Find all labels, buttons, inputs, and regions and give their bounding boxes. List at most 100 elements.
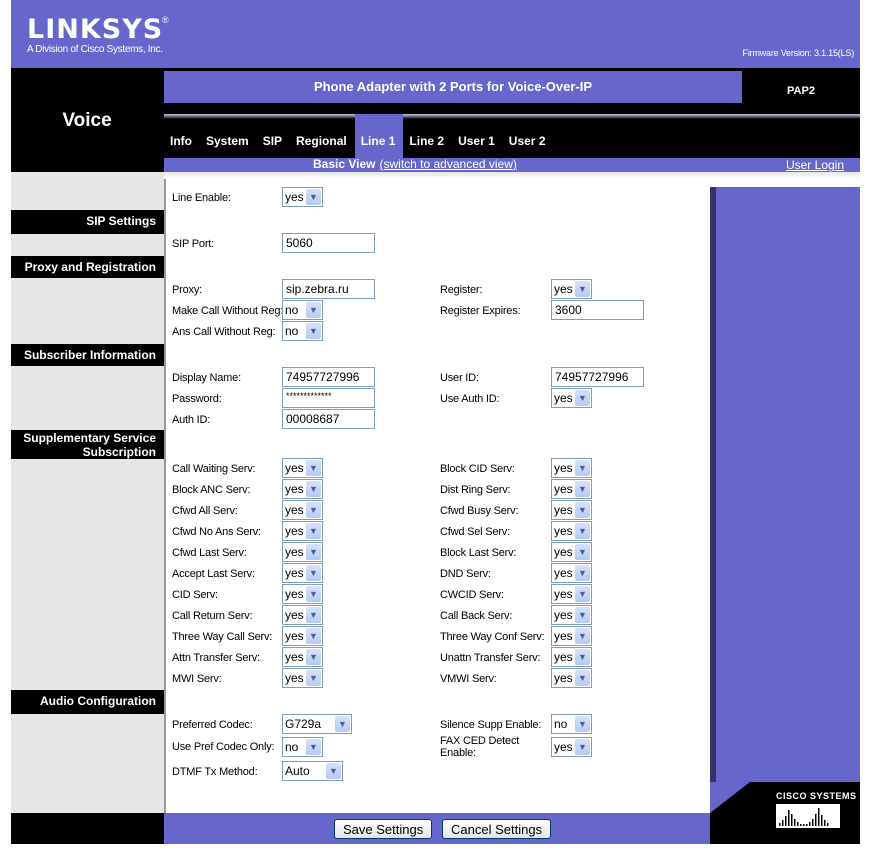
service-left-value: yes	[285, 587, 304, 601]
service-left-label: Call Return Serv:	[172, 610, 253, 622]
chevron-down-icon: ▼	[306, 460, 321, 476]
display-name-label: Display Name:	[172, 372, 241, 384]
save-settings-button[interactable]: Save Settings	[334, 819, 433, 839]
chevron-down-icon: ▼	[575, 523, 590, 539]
service-left-value: yes	[285, 566, 304, 580]
tab-line-2[interactable]: Line 2	[403, 114, 452, 158]
make-call-without-reg-value: no	[285, 303, 299, 317]
advanced-view-link[interactable]: (switch to advanced view)	[379, 157, 516, 171]
register-select[interactable]: yes ▼	[551, 279, 592, 299]
service-right-select[interactable]: yes ▼	[551, 647, 592, 667]
password-input[interactable]: *************	[282, 388, 375, 408]
chevron-down-icon: ▼	[306, 523, 321, 539]
fax-ced-detect-value: yes	[554, 740, 573, 754]
service-right-select[interactable]: yes ▼	[551, 500, 592, 520]
dtmf-tx-method-select[interactable]: Auto ▼	[282, 761, 343, 781]
tab-sip[interactable]: SIP	[257, 114, 290, 158]
service-right-select[interactable]: yes ▼	[551, 605, 592, 625]
footer-bar	[164, 813, 710, 844]
chevron-down-icon: ▼	[575, 649, 590, 665]
make-call-without-reg-select[interactable]: no ▼	[282, 300, 323, 320]
header-bar: LINKSYS ® A Division of Cisco Systems, I…	[11, 0, 860, 68]
line-enable-select[interactable]: yes ▼	[282, 187, 323, 207]
content-top-shadow	[164, 172, 860, 179]
service-left-label: Call Waiting Serv:	[172, 463, 256, 475]
make-call-without-reg-label: Make Call Without Reg:	[172, 305, 284, 317]
chevron-down-icon: ▼	[575, 628, 590, 644]
service-left-value: yes	[285, 524, 304, 538]
section-audio-config: Audio Configuration	[11, 690, 164, 714]
cancel-settings-button[interactable]: Cancel Settings	[442, 819, 552, 839]
tab-user-2[interactable]: User 2	[503, 114, 554, 158]
use-auth-id-select[interactable]: yes ▼	[551, 388, 592, 408]
service-right-value: yes	[554, 566, 573, 580]
service-right-select[interactable]: yes ▼	[551, 542, 592, 562]
register-value: yes	[554, 282, 573, 296]
section-supplementary-service: Supplementary Service Subscription	[11, 430, 164, 459]
service-right-select[interactable]: yes ▼	[551, 668, 592, 688]
service-left-label: MWI Serv:	[172, 673, 222, 685]
service-left-select[interactable]: yes ▼	[282, 626, 323, 646]
service-left-select[interactable]: yes ▼	[282, 479, 323, 499]
right-panel	[710, 187, 860, 813]
use-auth-id-value: yes	[554, 391, 573, 405]
service-left-select[interactable]: yes ▼	[282, 542, 323, 562]
service-right-label: Block Last Serv:	[440, 547, 517, 559]
model-name: PAP2	[787, 85, 815, 97]
service-right-select[interactable]: yes ▼	[551, 563, 592, 583]
service-left-select[interactable]: yes ▼	[282, 584, 323, 604]
service-left-select[interactable]: yes ▼	[282, 563, 323, 583]
silence-supp-select[interactable]: no ▼	[551, 714, 592, 734]
user-login-link[interactable]: User Login	[786, 158, 844, 172]
auth-id-input[interactable]: 00008687	[282, 409, 375, 429]
preferred-codec-select[interactable]: G729a ▼	[282, 714, 352, 734]
cisco-systems-text: CISCO SYSTEMS	[776, 791, 857, 801]
chevron-down-icon: ▼	[306, 502, 321, 518]
service-right-label: Call Back Serv:	[440, 610, 513, 622]
user-id-input[interactable]: 74957727996	[551, 367, 644, 387]
right-panel-gap	[710, 179, 860, 187]
fax-ced-line-2: Enable:	[440, 747, 476, 759]
service-right-label: Unattn Transfer Serv:	[440, 652, 541, 664]
service-left-select[interactable]: yes ▼	[282, 521, 323, 541]
tab-regional[interactable]: Regional	[290, 114, 355, 158]
chevron-down-icon: ▼	[575, 502, 590, 518]
service-right-select[interactable]: yes ▼	[551, 626, 592, 646]
password-label: Password:	[172, 393, 222, 405]
proxy-input[interactable]: sip.zebra.ru	[282, 279, 375, 299]
service-right-value: yes	[554, 608, 573, 622]
service-right-label: Block CID Serv:	[440, 463, 515, 475]
register-expires-input[interactable]: 3600	[551, 300, 644, 320]
service-left-select[interactable]: yes ▼	[282, 668, 323, 688]
service-left-select[interactable]: yes ▼	[282, 605, 323, 625]
tab-info[interactable]: Info	[164, 114, 200, 158]
sip-port-label: SIP Port:	[172, 238, 215, 250]
footer-left	[11, 813, 164, 844]
tab-line-1[interactable]: Line 1	[354, 114, 404, 158]
dtmf-tx-method-label: DTMF Tx Method:	[172, 766, 258, 778]
tab-system[interactable]: System	[200, 114, 257, 158]
service-right-select[interactable]: yes ▼	[551, 479, 592, 499]
section-supp-line-2: Subscription	[82, 445, 156, 459]
service-right-label: CWCID Serv:	[440, 589, 504, 601]
service-left-select[interactable]: yes ▼	[282, 647, 323, 667]
ans-call-without-reg-select[interactable]: no ▼	[282, 321, 323, 341]
sip-port-input[interactable]: 5060	[282, 233, 375, 253]
cisco-bridge-logo-icon	[776, 804, 840, 828]
service-left-label: Cfwd No Ans Serv:	[172, 526, 261, 538]
basic-view-label: Basic View	[313, 157, 376, 171]
service-right-select[interactable]: yes ▼	[551, 458, 592, 478]
service-right-select[interactable]: yes ▼	[551, 584, 592, 604]
service-left-select[interactable]: yes ▼	[282, 458, 323, 478]
tab-user-1[interactable]: User 1	[452, 114, 503, 158]
section-title: Voice	[62, 110, 112, 131]
service-left-select[interactable]: yes ▼	[282, 500, 323, 520]
fax-ced-detect-select[interactable]: yes ▼	[551, 737, 592, 757]
dtmf-tx-method-value: Auto	[285, 764, 310, 778]
preferred-codec-value: G729a	[285, 717, 322, 731]
use-pref-codec-only-select[interactable]: no ▼	[282, 737, 323, 757]
display-name-input[interactable]: 74957727996	[282, 367, 375, 387]
service-left-label: CID Serv:	[172, 589, 218, 601]
chevron-down-icon: ▼	[306, 649, 321, 665]
service-right-select[interactable]: yes ▼	[551, 521, 592, 541]
